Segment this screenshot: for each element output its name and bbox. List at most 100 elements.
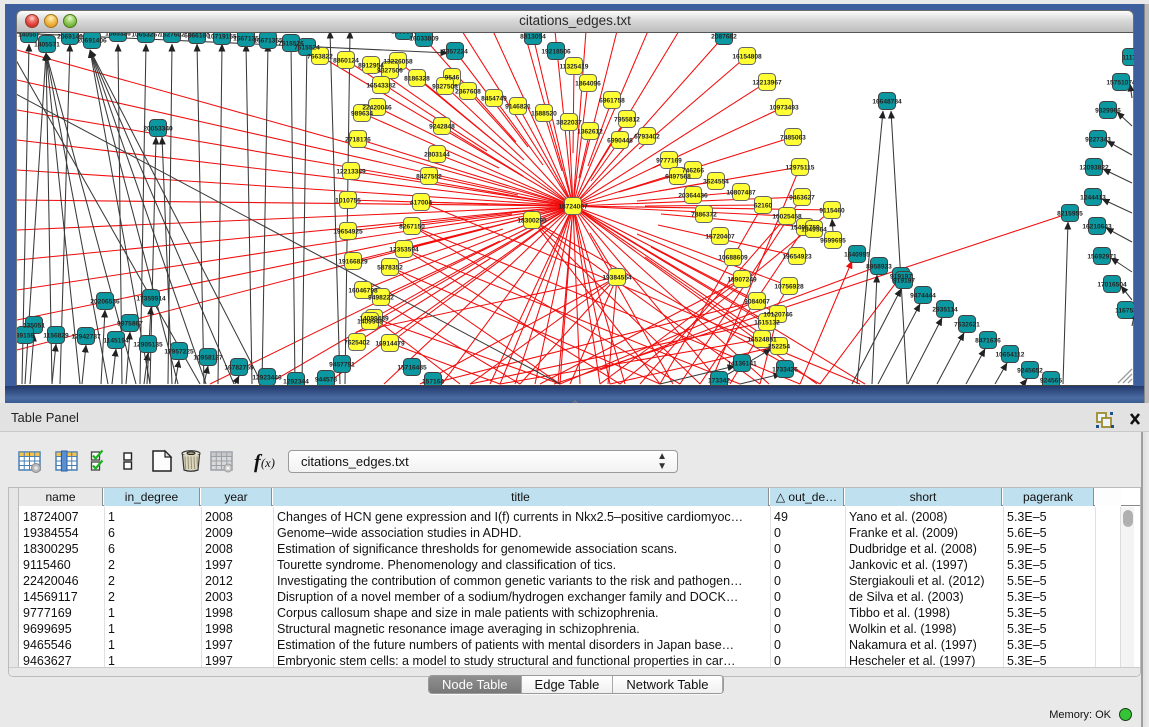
svg-text:1362612: 1362612: [577, 129, 603, 136]
svg-text:9329966: 9329966: [1095, 108, 1121, 115]
svg-text:6990448: 6990448: [607, 138, 633, 145]
svg-text:6793402: 6793402: [634, 134, 660, 141]
svg-text:135051: 135051: [23, 323, 45, 330]
svg-text:9084067: 9084067: [744, 299, 770, 306]
svg-text:6961758: 6961758: [599, 98, 625, 105]
svg-text:116753: 116753: [1115, 308, 1134, 315]
svg-text:1145194: 1145194: [103, 338, 129, 345]
svg-text:8267150: 8267150: [399, 224, 425, 231]
svg-text:15751074: 15751074: [1106, 80, 1134, 87]
svg-text:10688609: 10688609: [718, 255, 748, 262]
svg-text:2803144: 2803144: [424, 152, 450, 159]
svg-text:7886372: 7886372: [691, 212, 717, 219]
svg-text:9227343: 9227343: [1085, 137, 1111, 144]
svg-text:2935114: 2935114: [932, 307, 958, 314]
svg-text:10973493: 10973493: [769, 105, 799, 112]
svg-text:18724007: 18724007: [558, 204, 588, 211]
svg-text:12923446: 12923446: [252, 375, 282, 382]
svg-text:11174: 11174: [1122, 55, 1134, 62]
svg-text:15720407: 15720407: [705, 234, 735, 241]
svg-text:7955812: 7955812: [614, 117, 640, 124]
svg-text:944578: 944578: [315, 377, 337, 384]
svg-text:1156829: 1156829: [43, 333, 69, 340]
svg-text:5878352: 5878352: [377, 265, 403, 272]
svg-text:16648784: 16648784: [872, 99, 902, 106]
svg-text:140557: 140557: [18, 33, 40, 39]
svg-text:12213389: 12213389: [336, 169, 366, 176]
svg-text:17016504: 17016504: [1097, 282, 1127, 289]
svg-text:1527602: 1527602: [159, 33, 185, 39]
svg-text:16210643: 16210643: [1082, 224, 1112, 231]
svg-text:7632621: 7632621: [954, 322, 980, 329]
svg-text:1640995: 1640995: [844, 252, 870, 259]
svg-text:1615132: 1615132: [754, 320, 780, 327]
svg-text:919197: 919197: [893, 278, 915, 285]
svg-text:12213967: 12213967: [752, 80, 782, 87]
svg-text:16543382: 16543382: [366, 83, 396, 90]
svg-text:16154808: 16154808: [732, 54, 762, 61]
svg-text:3822037: 3822037: [556, 120, 582, 127]
svg-text:8186328: 8186328: [404, 76, 430, 83]
svg-text:9463627: 9463627: [789, 195, 815, 202]
svg-text:20053340: 20053340: [143, 126, 173, 133]
svg-text:11325419: 11325419: [560, 64, 589, 71]
svg-text:7625402: 7625402: [344, 340, 370, 347]
svg-text:1588520: 1588520: [531, 111, 557, 118]
svg-text:20691406: 20691406: [77, 38, 107, 45]
svg-text:6497568: 6497568: [665, 174, 691, 181]
svg-text:10807487: 10807487: [726, 190, 756, 197]
svg-text:12093822: 12093822: [1079, 165, 1109, 172]
svg-text:10025458: 10025458: [772, 214, 802, 221]
svg-text:9242848: 9242848: [429, 124, 455, 131]
svg-text:9777169: 9777169: [656, 158, 682, 165]
svg-text:157164: 157164: [422, 379, 444, 386]
svg-text:(x): (x): [261, 456, 275, 470]
svg-text:3624554: 3624554: [703, 179, 729, 186]
svg-text:1733426: 1733426: [772, 367, 798, 374]
svg-text:9245652: 9245652: [1017, 368, 1043, 375]
svg-text:9975867: 9975867: [117, 321, 143, 328]
svg-text:15692971: 15692971: [1087, 254, 1117, 261]
svg-text:9699695: 9699695: [820, 238, 846, 245]
svg-text:10756928: 10756928: [774, 284, 804, 291]
svg-text:19384554: 19384554: [602, 275, 632, 282]
svg-text:12905135: 12905135: [133, 342, 163, 349]
svg-text:8860124: 8860124: [333, 58, 359, 65]
svg-text:1244413: 1244413: [1080, 195, 1106, 202]
svg-text:17957225: 17957225: [164, 349, 194, 356]
svg-text:12942737: 12942737: [71, 334, 101, 341]
svg-text:2087682: 2087682: [711, 34, 737, 41]
svg-text:8215955: 8215955: [1057, 211, 1083, 218]
svg-text:16914479: 16914479: [375, 341, 405, 348]
svg-text:12353594: 12353594: [389, 247, 419, 254]
svg-text:7357224: 7357224: [442, 49, 468, 56]
svg-text:13226058: 13226058: [383, 59, 413, 66]
svg-text:10653267: 10653267: [131, 33, 161, 39]
svg-text:8813054: 8813054: [520, 34, 546, 41]
svg-text:9327506: 9327506: [377, 68, 403, 75]
svg-text:20206536: 20206536: [90, 299, 120, 306]
svg-text:8471676: 8471676: [975, 338, 1001, 345]
svg-text:14136141: 14136141: [727, 361, 757, 368]
svg-text:39159: 39159: [17, 333, 34, 340]
svg-text:8454749: 8454749: [481, 96, 507, 103]
svg-text:18300295: 18300295: [517, 218, 547, 225]
svg-text:252254: 252254: [768, 344, 790, 351]
svg-text:7485063: 7485063: [780, 135, 806, 142]
svg-text:15716485: 15716485: [397, 365, 427, 372]
svg-text:10958127: 10958127: [193, 355, 223, 362]
svg-text:924565: 924565: [1040, 378, 1062, 385]
svg-text:417004: 417004: [410, 200, 432, 207]
svg-text:7515524: 7515524: [294, 45, 320, 52]
svg-text:16033809: 16033809: [409, 36, 439, 43]
svg-text:19654923: 19654923: [782, 254, 812, 261]
svg-text:173342: 173342: [708, 378, 730, 385]
svg-text:8427552: 8427552: [416, 174, 442, 181]
svg-text:9457791: 9457791: [329, 362, 355, 369]
svg-text:2718176: 2718176: [345, 137, 371, 144]
svg-text:62160: 62160: [754, 203, 773, 210]
svg-text:1409948: 1409948: [357, 319, 383, 326]
svg-text:18907249: 18907249: [727, 277, 757, 284]
svg-text:1405571: 1405571: [34, 42, 60, 49]
svg-text:7663822: 7663822: [307, 54, 333, 61]
